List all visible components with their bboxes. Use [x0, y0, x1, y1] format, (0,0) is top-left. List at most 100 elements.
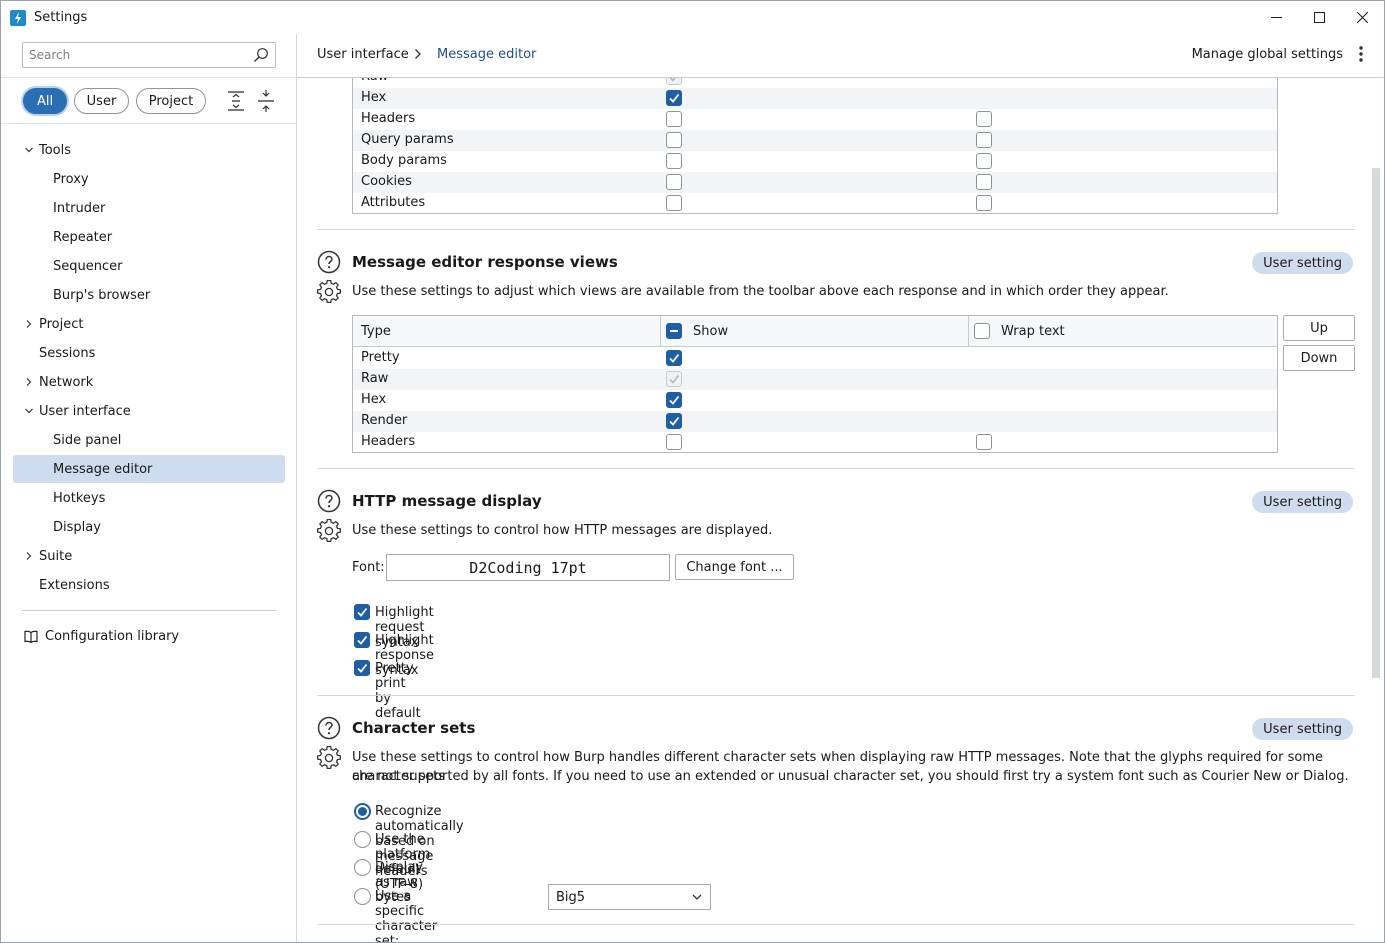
chevron-down-icon[interactable] [24, 145, 34, 155]
nav-item-message-editor[interactable]: Message editor [13, 455, 285, 483]
search-icon[interactable] [253, 47, 269, 63]
table-row[interactable]: Raw [353, 369, 1277, 390]
charset-select[interactable]: Big5 [548, 884, 711, 910]
nav-item-repeater[interactable]: Repeater [1, 223, 296, 251]
checkbox[interactable] [354, 660, 370, 676]
nav-item-sequencer[interactable]: Sequencer [1, 252, 296, 280]
table-row[interactable]: Render [353, 411, 1277, 432]
nav-item-suite[interactable]: Suite [1, 542, 296, 570]
table-row[interactable]: Cookies [353, 172, 1277, 193]
radio-button[interactable] [354, 888, 371, 905]
nav-item-burps-browser[interactable]: Burp's browser [1, 281, 296, 309]
table-row[interactable]: Headers [353, 432, 1277, 453]
show-checkbox[interactable] [666, 132, 682, 148]
gear-icon[interactable] [317, 280, 341, 304]
down-button[interactable]: Down [1283, 345, 1355, 371]
nav-label: Network [39, 374, 94, 390]
chevron-right-icon[interactable] [24, 377, 34, 387]
wrap-text-checkbox[interactable] [976, 174, 992, 190]
nav-item-extensions[interactable]: Extensions [1, 571, 296, 599]
collapse-all-icon[interactable] [257, 90, 275, 112]
show-checkbox[interactable] [666, 153, 682, 169]
table-row[interactable]: Pretty [353, 348, 1277, 369]
nav-item-network[interactable]: Network [1, 368, 296, 396]
wrap-text-checkbox[interactable] [976, 132, 992, 148]
column-divider [660, 316, 661, 347]
nav-item-project[interactable]: Project [1, 310, 296, 338]
filter-project-button[interactable]: Project [136, 88, 206, 114]
section-description: Use these settings to adjust which views… [352, 284, 1169, 299]
nav-item-hotkeys[interactable]: Hotkeys [1, 484, 296, 512]
table-row[interactable]: Attributes [353, 193, 1277, 214]
maximize-button[interactable] [1297, 1, 1341, 34]
scrollbar-thumb[interactable] [1372, 168, 1380, 678]
wrap-text-checkbox[interactable] [976, 434, 992, 450]
nav-item-sessions[interactable]: Sessions [1, 339, 296, 367]
search-box[interactable] [22, 42, 276, 68]
checkbox[interactable] [354, 632, 370, 648]
search-input[interactable] [23, 43, 243, 67]
show-checkbox[interactable] [666, 174, 682, 190]
vertical-scrollbar[interactable] [1369, 78, 1383, 942]
gear-icon[interactable] [317, 519, 341, 543]
table-row[interactable]: Query params [353, 130, 1277, 151]
wrap-text-checkbox[interactable] [976, 111, 992, 127]
show-checkbox[interactable] [666, 413, 682, 429]
radio-button[interactable] [354, 831, 371, 848]
wrap-text-checkbox[interactable] [976, 153, 992, 169]
show-checkbox[interactable] [666, 434, 682, 450]
radio-button[interactable] [354, 859, 371, 876]
show-all-checkbox[interactable] [666, 323, 682, 339]
show-checkbox[interactable] [666, 392, 682, 408]
sidebar: All User Project Tools Proxy [1, 34, 297, 942]
chevron-right-icon[interactable] [24, 319, 34, 329]
show-checkbox[interactable] [666, 111, 682, 127]
manage-global-settings-link[interactable]: Manage global settings [1192, 47, 1343, 62]
change-font-button[interactable]: Change font ... [675, 554, 794, 580]
close-button[interactable] [1340, 1, 1384, 34]
content-header: User interface Message editor Manage glo… [297, 34, 1384, 78]
view-type: Body params [361, 153, 447, 168]
up-button[interactable]: Up [1283, 315, 1355, 341]
table-row[interactable]: Hex [353, 88, 1277, 109]
nav-item-side-panel[interactable]: Side panel [1, 426, 296, 454]
nav-label: Intruder [53, 200, 106, 216]
settings-content: Raw Hex Headers Query params Body params [297, 78, 1369, 942]
close-icon [1356, 12, 1368, 23]
more-options-icon[interactable] [1359, 45, 1363, 63]
nav-item-display[interactable]: Display [1, 513, 296, 541]
help-icon[interactable] [317, 250, 341, 274]
chevron-down-icon[interactable] [24, 406, 34, 416]
show-checkbox[interactable] [666, 350, 682, 366]
show-checkbox[interactable] [666, 90, 682, 106]
breadcrumb-user-interface[interactable]: User interface [317, 47, 409, 62]
show-checkbox[interactable] [666, 195, 682, 211]
gear-icon[interactable] [317, 746, 341, 770]
nav-item-proxy[interactable]: Proxy [1, 165, 296, 193]
nav-item-tools[interactable]: Tools [1, 136, 296, 164]
minimize-button[interactable] [1254, 1, 1298, 34]
filter-all-button[interactable]: All [23, 88, 67, 114]
configuration-library-link[interactable]: Configuration library [24, 626, 179, 646]
help-icon[interactable] [317, 489, 341, 513]
radio-button[interactable] [354, 803, 371, 820]
table-row[interactable]: Body params [353, 151, 1277, 172]
wrap-all-checkbox[interactable] [974, 323, 990, 339]
column-header-show[interactable]: Show [693, 324, 728, 339]
nav-label: User interface [39, 403, 131, 419]
table-row[interactable]: Headers [353, 109, 1277, 130]
help-icon[interactable] [317, 716, 341, 740]
checkbox[interactable] [354, 604, 370, 620]
table-row[interactable]: Raw [353, 78, 1277, 88]
expand-all-icon[interactable] [227, 90, 245, 112]
filter-user-button[interactable]: User [74, 88, 129, 114]
table-row[interactable]: Hex [353, 390, 1277, 411]
nav-item-intruder[interactable]: Intruder [1, 194, 296, 222]
column-header-wrap-text[interactable]: Wrap text [1001, 324, 1065, 339]
nav-label: Tools [39, 142, 72, 158]
column-header-type[interactable]: Type [361, 324, 391, 339]
wrap-text-checkbox[interactable] [976, 195, 992, 211]
chevron-right-icon[interactable] [24, 551, 34, 561]
nav-item-user-interface[interactable]: User interface [1, 397, 296, 425]
view-type: Cookies [361, 174, 412, 189]
